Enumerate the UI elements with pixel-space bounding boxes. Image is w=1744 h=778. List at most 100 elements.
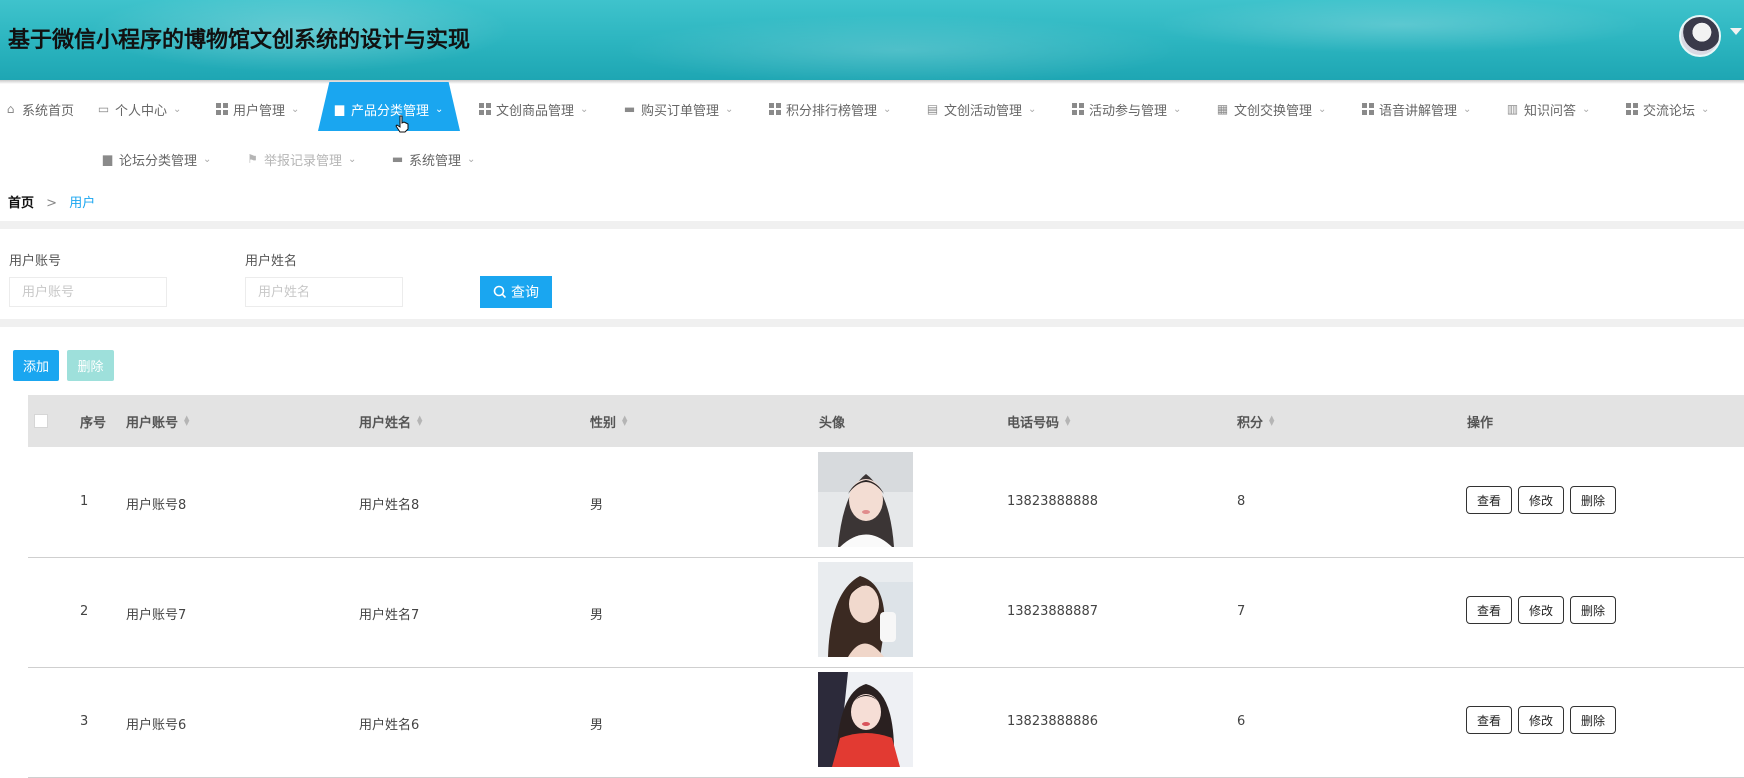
search-icon — [493, 285, 507, 299]
chevron-down-icon: ⌄ — [1028, 103, 1037, 115]
nav-label: 文创交换管理 — [1234, 103, 1313, 119]
nav-item-home[interactable]: ⌂ 系统首页 — [4, 94, 74, 124]
search-button[interactable]: 查询 — [480, 276, 552, 308]
nav-item-audio-guide[interactable]: 语音讲解管理 ⌄ — [1361, 94, 1471, 124]
chat-icon: ▆ — [334, 102, 345, 116]
nav-label: 积分排行榜管理 — [786, 103, 878, 119]
sort-icon[interactable]: ▲ ▼ — [1269, 415, 1274, 427]
sort-icon[interactable]: ▲ ▼ — [184, 415, 189, 427]
chevron-down-icon: ⌄ — [348, 153, 357, 165]
nav-item-orders[interactable]: ▬ 购买订单管理 ⌄ — [623, 94, 734, 124]
clipboard-icon: ▤ — [926, 102, 939, 116]
cell-name: 用户姓名7 — [359, 608, 420, 623]
view-button[interactable]: 查看 — [1466, 706, 1512, 734]
nav-item-product-category[interactable]: ▆ 产品分类管理 ⌄ — [333, 94, 444, 124]
sort-icon[interactable]: ▲ ▼ — [622, 415, 627, 427]
delete-selected-button[interactable]: 删除 — [67, 350, 114, 381]
nav-label: 论坛分类管理 — [119, 153, 198, 169]
nav-item-activity-participation[interactable]: 活动参与管理 ⌄ — [1071, 94, 1181, 124]
chevron-down-icon: ⌄ — [883, 103, 892, 115]
nav-label: 活动参与管理 — [1089, 103, 1168, 119]
table-row: 1 用户账号8 用户姓名8 男 13823888888 8 查看 修改 删除 — [28, 448, 1744, 558]
sort-icon[interactable]: ▲ ▼ — [417, 415, 422, 427]
select-all-checkbox[interactable] — [34, 414, 48, 428]
sort-icon[interactable]: ▲ ▼ — [1065, 415, 1070, 427]
edit-button[interactable]: 修改 — [1518, 596, 1564, 624]
nav-item-activities[interactable]: ▤ 文创活动管理 ⌄ — [926, 94, 1037, 124]
cell-index: 3 — [80, 714, 89, 729]
cell-name: 用户姓名8 — [359, 498, 420, 513]
view-button[interactable]: 查看 — [1466, 596, 1512, 624]
add-button[interactable]: 添加 — [13, 350, 59, 381]
section-divider — [0, 319, 1744, 327]
edit-button[interactable]: 修改 — [1518, 706, 1564, 734]
breadcrumb: 首页 > 用户 — [8, 192, 95, 211]
column-header-gender[interactable]: 性别 ▲ ▼ — [590, 395, 627, 447]
edit-button[interactable]: 修改 — [1518, 486, 1564, 514]
breadcrumb-home[interactable]: 首页 — [8, 196, 34, 211]
column-header-name[interactable]: 用户姓名 ▲ ▼ — [359, 395, 422, 447]
cell-phone: 13823888887 — [1007, 604, 1098, 619]
cell-account: 用户账号6 — [126, 718, 187, 733]
delete-row-button[interactable]: 删除 — [1570, 486, 1616, 514]
app-header: 基于微信小程序的博物馆文创系统的设计与实现 — [0, 0, 1744, 80]
cell-index: 1 — [80, 494, 89, 509]
cell-gender: 男 — [590, 498, 604, 513]
nav-label: 产品分类管理 — [351, 103, 430, 119]
nav-label: 知识问答 — [1524, 103, 1577, 119]
name-search-input[interactable] — [245, 277, 403, 307]
chevron-down-icon: ⌄ — [203, 153, 212, 165]
home-icon: ⌂ — [6, 102, 15, 116]
column-header-account[interactable]: 用户账号 ▲ ▼ — [126, 395, 189, 447]
user-avatar-photo — [818, 672, 913, 767]
chevron-down-icon[interactable] — [1730, 28, 1742, 35]
table-row: 3 用户账号6 用户姓名6 男 13823888886 6 查看 修改 删除 — [28, 668, 1744, 778]
nav-label: 语音讲解管理 — [1379, 103, 1458, 119]
header-divider — [0, 80, 1744, 84]
cell-phone: 13823888888 — [1007, 494, 1098, 509]
nav-item-forum[interactable]: 交流论坛 ⌄ — [1625, 94, 1709, 124]
grid-icon — [1071, 103, 1084, 116]
chevron-down-icon: ⌄ — [435, 103, 444, 115]
cell-points: 7 — [1237, 604, 1246, 619]
nav-item-reports[interactable]: ⚑ 举报记录管理 ⌄ — [246, 144, 356, 174]
column-header-points[interactable]: 积分 ▲ ▼ — [1237, 395, 1274, 447]
book-icon: ▥ — [1506, 102, 1519, 116]
nav-item-profile[interactable]: ▭ 个人中心 ⌄ — [97, 94, 182, 124]
view-button[interactable]: 查看 — [1466, 486, 1512, 514]
chevron-down-icon: ⌄ — [725, 103, 734, 115]
account-search-input[interactable] — [9, 277, 167, 307]
search-button-label: 查询 — [511, 285, 539, 301]
delete-row-button[interactable]: 删除 — [1570, 706, 1616, 734]
column-header-avatar: 头像 — [819, 415, 846, 431]
column-header-phone[interactable]: 电话号码 ▲ ▼ — [1007, 395, 1070, 447]
nav-label: 文创活动管理 — [944, 103, 1023, 119]
nav-item-forum-category[interactable]: ▆ 论坛分类管理 ⌄ — [101, 144, 212, 174]
hand-cursor-icon — [395, 115, 409, 133]
breadcrumb-current: 用户 — [69, 196, 96, 211]
chevron-down-icon: ⌄ — [173, 103, 182, 115]
grid-icon — [478, 103, 491, 116]
app-title: 基于微信小程序的博物馆文创系统的设计与实现 — [8, 28, 471, 53]
nav-item-products[interactable]: 文创商品管理 ⌄ — [478, 94, 588, 124]
nav-item-system[interactable]: ▬ 系统管理 ⌄ — [391, 144, 476, 174]
chevron-down-icon: ⌄ — [1582, 103, 1591, 115]
nav-label: 购买订单管理 — [641, 103, 720, 119]
nav-item-points-ranking[interactable]: 积分排行榜管理 ⌄ — [768, 94, 891, 124]
nav-item-qa[interactable]: ▥ 知识问答 ⌄ — [1506, 94, 1591, 124]
cell-points: 8 — [1237, 494, 1246, 509]
nav-label: 举报记录管理 — [264, 153, 343, 169]
nav-label: 交流论坛 — [1643, 103, 1696, 119]
user-avatar[interactable] — [1679, 15, 1721, 57]
nav-label: 用户管理 — [233, 103, 286, 119]
table-header: 序号 用户账号 ▲ ▼ 用户姓名 ▲ ▼ 性别 ▲ ▼ 头像 电话号码 ▲ ▼ 积分 ▲ ▼ 操作 — [28, 395, 1744, 447]
delete-row-button[interactable]: 删除 — [1570, 596, 1616, 624]
column-header-index: 序号 — [80, 415, 107, 431]
nav-label: 系统管理 — [409, 153, 462, 169]
cell-gender: 男 — [590, 718, 604, 733]
briefcase-icon: ▬ — [391, 152, 404, 166]
cell-phone: 13823888886 — [1007, 714, 1098, 729]
chevron-down-icon: ⌄ — [1318, 103, 1327, 115]
nav-item-exchange[interactable]: ▦ 文创交换管理 ⌄ — [1216, 94, 1327, 124]
nav-item-user-management[interactable]: 用户管理 ⌄ — [215, 94, 299, 124]
